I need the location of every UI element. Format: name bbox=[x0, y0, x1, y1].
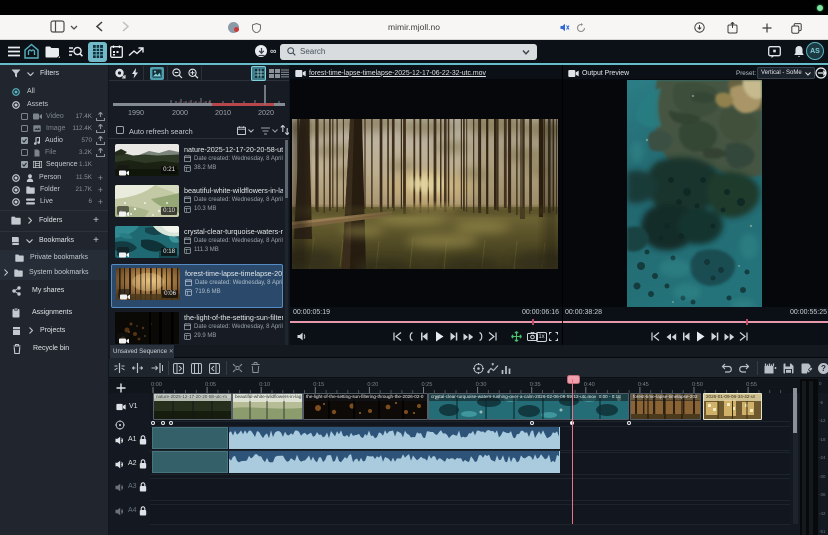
svg-text:0:00: 0:00 bbox=[151, 382, 162, 388]
svg-text:0:40: 0:40 bbox=[584, 382, 595, 388]
svg-text:0:45: 0:45 bbox=[638, 382, 649, 388]
svg-text:0:55: 0:55 bbox=[746, 382, 757, 388]
svg-text:0:30: 0:30 bbox=[476, 382, 487, 388]
svg-text:0:05: 0:05 bbox=[205, 382, 216, 388]
svg-text:0:35: 0:35 bbox=[530, 382, 541, 388]
svg-text:0:20: 0:20 bbox=[367, 382, 378, 388]
svg-text:0:15: 0:15 bbox=[313, 382, 324, 388]
svg-text:0:50: 0:50 bbox=[692, 382, 703, 388]
svg-text:0:10: 0:10 bbox=[259, 382, 270, 388]
svg-text:0:25: 0:25 bbox=[422, 382, 433, 388]
